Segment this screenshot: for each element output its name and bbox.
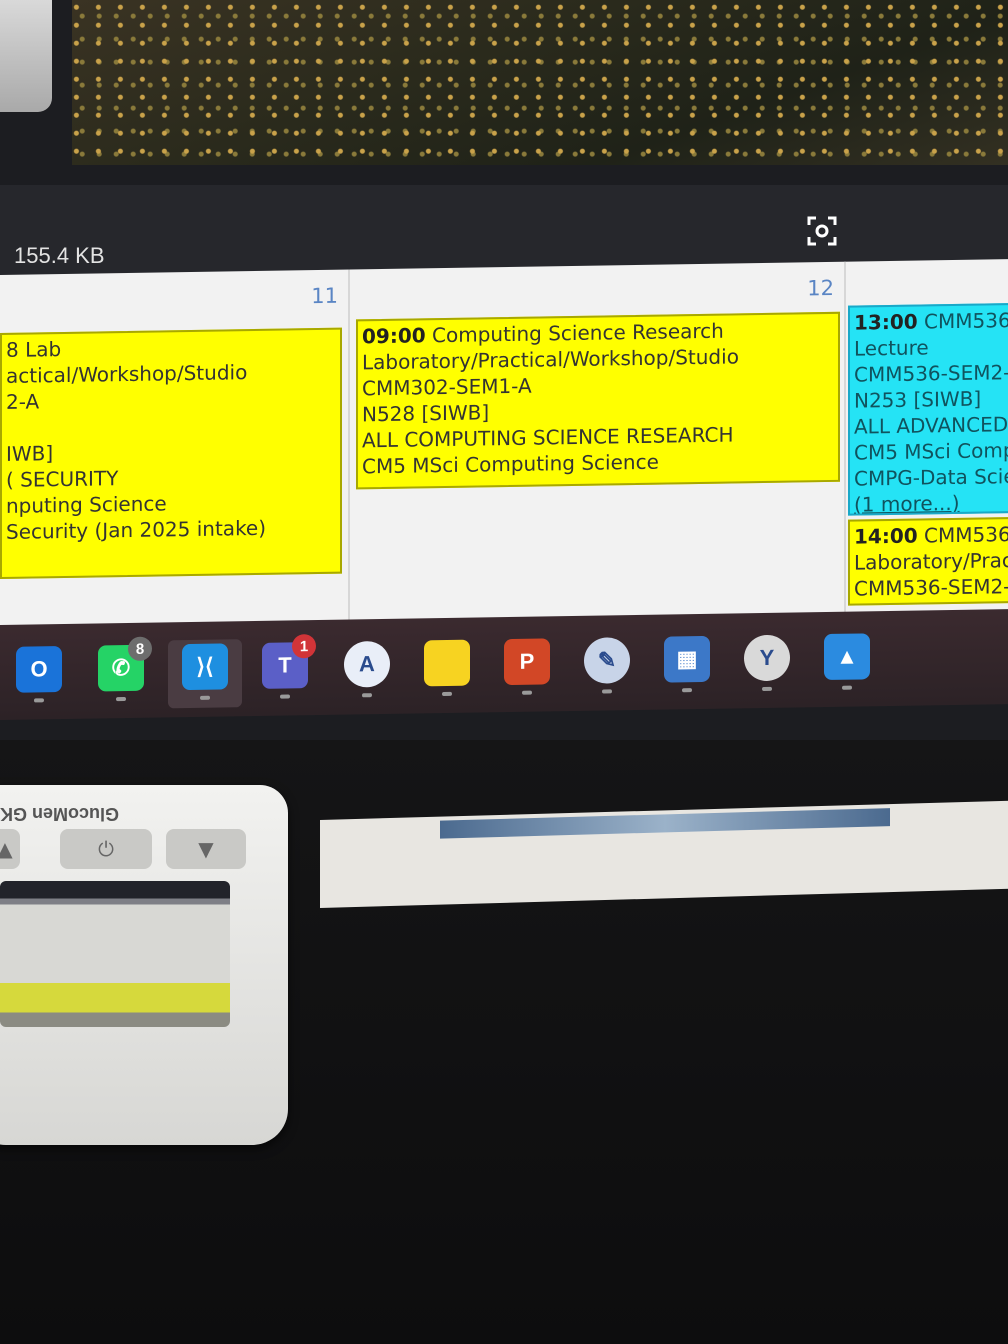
event-title: Computing Science Research — [432, 318, 724, 348]
photos-icon[interactable]: ▲ — [824, 633, 870, 681]
taskbar-icon-glyph: ✆ — [111, 654, 131, 681]
timetable-calendar: 11 8 Lab actical/Workshop/Studio 2-A IWB… — [0, 259, 1008, 635]
monitor-screen: 155.4 KB 11 8 Lab actical/Workshop/Studi… — [0, 0, 1008, 740]
running-indicator — [762, 686, 772, 692]
snipping-tool-icon[interactable]: ✎ — [584, 637, 630, 684]
taskbar-icon-glyph: ▦ — [676, 646, 698, 672]
app-store-icon[interactable]: A — [344, 640, 390, 688]
powerpoint-icon[interactable]: P — [504, 638, 550, 686]
notification-badge: 8 — [128, 636, 152, 661]
event-line: CMPG-Data Scie — [854, 464, 1008, 491]
taskbar-icon-glyph: ▲ — [836, 643, 858, 669]
running-indicator — [200, 695, 210, 700]
notification-badge: 1 — [292, 634, 316, 659]
photo-preview — [72, 0, 1008, 165]
running-indicator — [682, 688, 692, 693]
event-line: Laboratory/Prac — [854, 548, 1008, 575]
file-size-label: 155.4 KB — [14, 243, 105, 268]
vscode-icon[interactable]: ⟩⟨ — [182, 643, 228, 691]
event-line: CMM536-SEM2- — [854, 574, 1008, 601]
taskbar-icon-glyph: ✎ — [597, 647, 617, 673]
day-column-11: 11 8 Lab actical/Workshop/Studio 2-A IWB… — [0, 269, 350, 635]
running-indicator — [34, 698, 44, 703]
day-column-12: 12 09:00 Computing Science Research Labo… — [350, 261, 846, 630]
clock-icon[interactable]: Y — [744, 634, 790, 682]
running-indicator — [522, 690, 532, 695]
running-indicator — [280, 694, 290, 699]
meter-brand-text: GlucoMen GK — [0, 804, 120, 824]
day-number: 11 — [311, 283, 338, 309]
calendar-event[interactable]: 09:00 Computing Science Research Laborat… — [356, 311, 840, 490]
event-line: N253 [SIWB] — [854, 386, 982, 413]
event-time: 13:00 — [854, 309, 918, 335]
day-column-13: 13:00 CMM536 Lecture CMM536-SEM2- N253 [… — [846, 259, 1008, 622]
taskbar-icon-glyph: A — [359, 651, 375, 677]
day-number: 12 — [807, 275, 834, 301]
photo-viewer-corner — [0, 0, 52, 112]
outlook-icon[interactable]: O — [16, 646, 62, 693]
whatsapp-icon[interactable]: ✆ 8 — [98, 636, 152, 692]
running-indicator — [602, 689, 612, 694]
event-line: ALL ADVANCED — [854, 412, 1008, 439]
taskbar-icon-glyph: P — [519, 648, 535, 674]
running-indicator — [442, 691, 452, 697]
taskbar-icon-glyph: Y — [759, 644, 775, 671]
event-line: Lecture — [854, 335, 929, 361]
more-events-link[interactable]: (1 more...) — [854, 489, 1008, 516]
sticky-notes-icon[interactable] — [424, 639, 470, 687]
meter-up-button: ▲ — [0, 829, 20, 869]
running-indicator — [842, 685, 852, 690]
calendar-event[interactable]: 8 Lab actical/Workshop/Studio 2-A IWB] (… — [0, 327, 342, 579]
event-time: 09:00 — [362, 323, 426, 349]
event-line: CMM536-SEM2- — [854, 360, 1008, 387]
event-title: CMM536 — [924, 522, 1008, 548]
calendar-event[interactable]: 14:00 CMM536 Laboratory/Prac CMM536-SEM2… — [848, 517, 1008, 606]
power-icon: ⏻ — [98, 837, 114, 861]
glucose-meter: GlucoMen GK ▲ ⏻ ▼ — [0, 785, 288, 1145]
running-indicator — [116, 697, 126, 702]
event-title: CMM536 — [924, 308, 1008, 334]
event-line: CM5 MSci Comp — [854, 438, 1008, 465]
running-indicator — [362, 693, 372, 698]
event-line: Security (Jan 2025 intake) — [6, 515, 267, 544]
meter-display — [0, 881, 230, 1027]
fullscreen-icon[interactable] — [806, 215, 838, 247]
taskbar-icon-glyph: T — [278, 652, 292, 678]
event-time: 14:00 — [854, 523, 918, 549]
meter-power-button: ⏻ — [60, 829, 152, 869]
taskbar-icon-glyph: ⟩⟨ — [196, 653, 214, 679]
teams-icon[interactable]: T1 — [262, 634, 316, 689]
calculator-icon[interactable]: ▦ — [664, 635, 710, 683]
meter-down-button: ▼ — [166, 829, 246, 869]
taskbar: O ✆ 8 ⟩⟨ T 1 A P ✎ ▦ Y ▲ — [0, 609, 1008, 720]
taskbar-icon-glyph: O — [30, 656, 48, 682]
calendar-event[interactable]: 13:00 CMM536 Lecture CMM536-SEM2- N253 [… — [848, 303, 1008, 516]
